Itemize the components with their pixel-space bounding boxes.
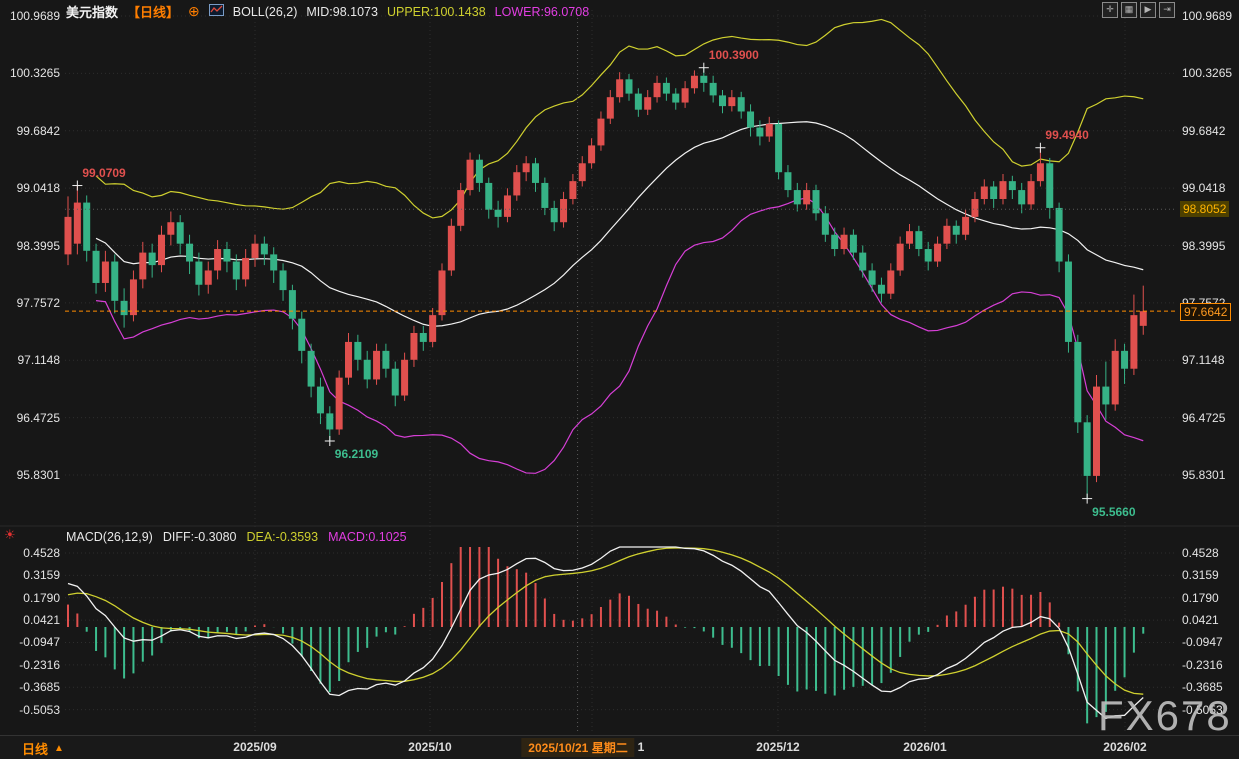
time-axis-label: 2025/12 bbox=[756, 740, 799, 754]
circle-plus-icon[interactable]: ⊕ bbox=[188, 3, 200, 20]
chart-window: 美元指数 【日线】 ⊕ BOLL(26,2) MID:98.1073 UPPER… bbox=[0, 0, 1239, 758]
left-axis-label: 99.6842 bbox=[0, 124, 60, 138]
last-price-badge: 97.6642 bbox=[1180, 303, 1231, 321]
time-axis-label: 2026/01 bbox=[903, 740, 946, 754]
right-axis-label: 98.3995 bbox=[1182, 239, 1238, 253]
drawing-tool-icon[interactable]: ▶ bbox=[1140, 2, 1156, 18]
boll-lower-value: LOWER:96.0708 bbox=[495, 5, 590, 19]
time-axis-label: 2025/09 bbox=[233, 740, 276, 754]
time-axis-bar: 日线 ▲ 2025/10/21 星期二 2025/09 2025/10 1 2025/… bbox=[0, 735, 1239, 759]
left-axis-label: 97.1148 bbox=[0, 353, 60, 367]
left-axis-label: -0.5053 bbox=[0, 703, 60, 717]
left-axis-label: 0.0421 bbox=[0, 613, 60, 627]
right-axis-label: 100.3265 bbox=[1182, 66, 1238, 80]
time-axis-label: 1 bbox=[638, 740, 645, 754]
right-axis-label: 96.4725 bbox=[1182, 411, 1238, 425]
watermark: FX678 bbox=[1098, 692, 1232, 740]
left-axis-label: 100.3265 bbox=[0, 66, 60, 80]
crosshair-date-badge: 2025/10/21 星期二 bbox=[521, 738, 634, 757]
right-axis-label: 99.0418 bbox=[1182, 181, 1238, 195]
left-axis-label: -0.2316 bbox=[0, 658, 60, 672]
period-label: 日线 bbox=[22, 739, 48, 758]
left-axis-label: 0.4528 bbox=[0, 546, 60, 560]
extreme-price-label: 100.3900 bbox=[709, 48, 759, 62]
chart-header: 美元指数 【日线】 ⊕ BOLL(26,2) MID:98.1073 UPPER… bbox=[66, 2, 589, 21]
macd-name: MACD(26,12,9) bbox=[66, 530, 153, 544]
right-axis-label: -0.2316 bbox=[1182, 658, 1238, 672]
crosshair-price-badge: 98.8052 bbox=[1180, 201, 1229, 217]
left-axis-label: 99.0418 bbox=[0, 181, 60, 195]
right-axis-label: 100.9689 bbox=[1182, 9, 1238, 23]
left-axis-label: 97.7572 bbox=[0, 296, 60, 310]
extreme-price-label: 95.5660 bbox=[1092, 505, 1135, 519]
indicator-dot-icon[interactable]: ☀ bbox=[4, 527, 16, 543]
detach-window-icon[interactable]: ⇥ bbox=[1159, 2, 1175, 18]
left-axis-label: -0.0947 bbox=[0, 635, 60, 649]
left-axis-label: 0.3159 bbox=[0, 568, 60, 582]
macd-macd-value: MACD:0.1025 bbox=[328, 530, 407, 544]
indicator-window-icon[interactable]: ▦ bbox=[1121, 2, 1137, 18]
left-axis-label: 100.9689 bbox=[0, 9, 60, 23]
right-axis-label: 0.3159 bbox=[1182, 568, 1238, 582]
left-axis-label: 0.1790 bbox=[0, 591, 60, 605]
time-axis-label: 2026/02 bbox=[1103, 740, 1146, 754]
boll-label: BOLL(26,2) bbox=[233, 5, 298, 19]
right-axis-label: 0.0421 bbox=[1182, 613, 1238, 627]
time-axis-label: 2025/10 bbox=[408, 740, 451, 754]
macd-dea-value: DEA:-0.3593 bbox=[246, 530, 318, 544]
left-axis-label: 98.3995 bbox=[0, 239, 60, 253]
right-axis-label: 0.4528 bbox=[1182, 546, 1238, 560]
pan-tool-icon[interactable]: ✛ bbox=[1102, 2, 1118, 18]
right-axis-label: 99.6842 bbox=[1182, 124, 1238, 138]
period-tag: 【日线】 bbox=[127, 2, 179, 21]
triangle-up-icon: ▲ bbox=[54, 743, 64, 754]
macd-diff-value: DIFF:-0.3080 bbox=[163, 530, 237, 544]
extreme-price-label: 96.2109 bbox=[335, 447, 378, 461]
chart-canvas[interactable] bbox=[0, 0, 1239, 758]
left-axis-label: -0.3685 bbox=[0, 680, 60, 694]
extreme-price-label: 99.0709 bbox=[82, 166, 125, 180]
symbol-name: 美元指数 bbox=[66, 2, 118, 21]
right-axis-label: 95.8301 bbox=[1182, 468, 1238, 482]
boll-upper-value: UPPER:100.1438 bbox=[387, 5, 486, 19]
boll-mid-value: MID:98.1073 bbox=[306, 5, 378, 19]
left-axis-label: 96.4725 bbox=[0, 411, 60, 425]
mini-chart-icon[interactable] bbox=[209, 4, 224, 19]
macd-header: MACD(26,12,9) DIFF:-0.3080 DEA:-0.3593 M… bbox=[66, 530, 407, 544]
right-axis-label: 0.1790 bbox=[1182, 591, 1238, 605]
right-axis-label: -0.0947 bbox=[1182, 635, 1238, 649]
right-axis-label: 97.1148 bbox=[1182, 353, 1238, 367]
window-toolbar: ✛▦▶⇥ bbox=[1102, 2, 1175, 18]
extreme-price-label: 99.4940 bbox=[1045, 128, 1088, 142]
left-axis-label: 95.8301 bbox=[0, 468, 60, 482]
period-selector[interactable]: 日线 ▲ bbox=[22, 739, 64, 758]
